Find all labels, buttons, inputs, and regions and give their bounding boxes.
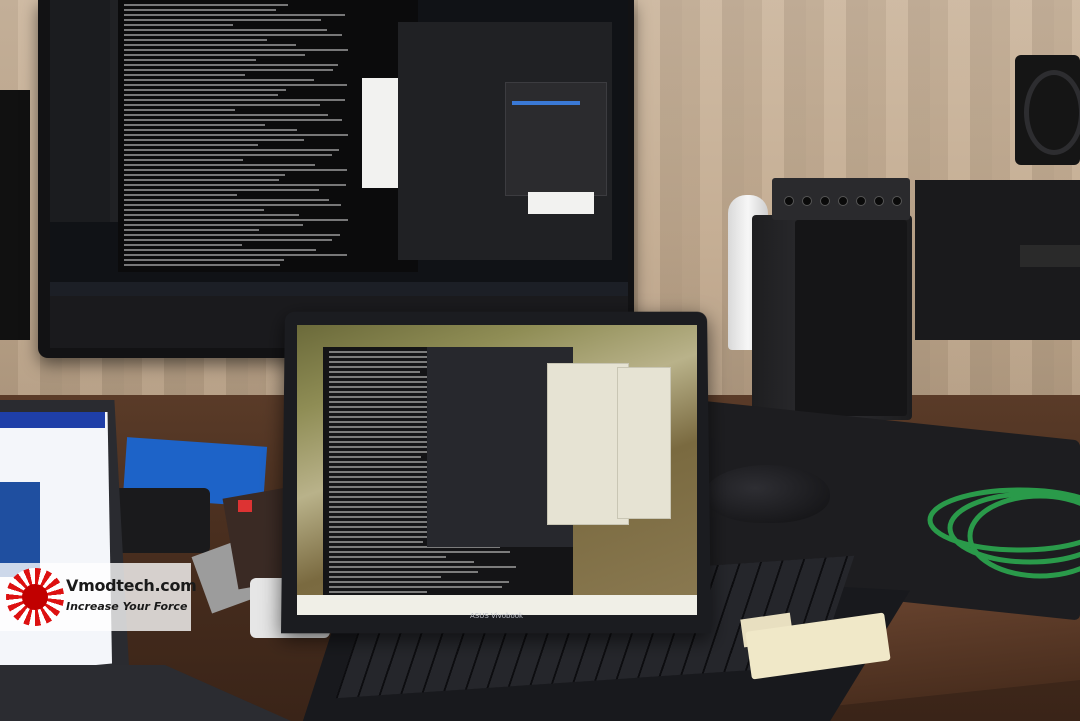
laptop-brand-label: ASUS Vivobook bbox=[470, 612, 524, 620]
terminal-line bbox=[124, 104, 320, 106]
terminal-line bbox=[329, 406, 439, 408]
audio-mixer bbox=[772, 178, 910, 220]
terminal-line bbox=[124, 29, 327, 31]
terminal-line bbox=[124, 119, 342, 121]
terminal-line bbox=[124, 239, 332, 241]
watermark-title: Vmodtech.com bbox=[66, 576, 197, 595]
terminal-line bbox=[124, 159, 243, 161]
terminal-line bbox=[124, 74, 245, 76]
terminal-line bbox=[124, 19, 321, 21]
file-explorer-sidebar bbox=[50, 0, 122, 222]
watermark-tagline: Increase Your Force bbox=[66, 600, 188, 613]
terminal-line bbox=[124, 214, 299, 216]
terminal-line bbox=[124, 34, 342, 36]
terminal-line bbox=[124, 109, 235, 111]
graphics-card bbox=[1020, 245, 1080, 267]
terminal-line bbox=[124, 194, 237, 196]
left-monitor-edge bbox=[0, 90, 30, 340]
terminal-line bbox=[124, 124, 265, 126]
terminal-line bbox=[124, 154, 332, 156]
terminal-line bbox=[124, 49, 348, 51]
text-selection bbox=[512, 101, 580, 105]
red-keycap bbox=[238, 500, 252, 512]
mixer-knob bbox=[802, 196, 812, 206]
terminal-line bbox=[124, 184, 346, 186]
terminal-line bbox=[124, 79, 314, 81]
notepad-window bbox=[505, 82, 607, 196]
terminal-line bbox=[329, 591, 427, 593]
laptop-document-window-2 bbox=[617, 367, 671, 519]
terminal-line bbox=[329, 586, 502, 588]
speaker-grille bbox=[795, 220, 907, 416]
mixer-knob bbox=[820, 196, 830, 206]
external-monitor-screen bbox=[50, 0, 628, 296]
green-ethernet-cable bbox=[927, 487, 1080, 579]
monitor-taskbar bbox=[50, 282, 628, 296]
terminal-line bbox=[124, 84, 347, 86]
terminal-line bbox=[124, 164, 315, 166]
mixer-knob bbox=[838, 196, 848, 206]
terminal-line bbox=[329, 571, 478, 573]
laptop-screen bbox=[297, 325, 697, 615]
photo-scene: ASUS Vivobook Vmodtech.com Increase Your… bbox=[0, 0, 1080, 721]
terminal-line bbox=[124, 14, 345, 16]
terminal-line bbox=[329, 506, 428, 508]
terminal-line bbox=[124, 39, 267, 41]
terminal-line bbox=[124, 199, 329, 201]
terminal-line bbox=[124, 24, 233, 26]
terminal-line bbox=[329, 491, 440, 493]
terminal-line bbox=[329, 556, 446, 558]
terminal-line bbox=[124, 189, 319, 191]
terminal-line bbox=[124, 174, 285, 176]
terminal-line bbox=[124, 114, 328, 116]
explorer-nav-pane bbox=[50, 0, 110, 222]
pc-fan bbox=[1024, 70, 1080, 155]
terminal-line bbox=[329, 551, 510, 553]
vmodtech-logo-core bbox=[22, 584, 48, 610]
mixer-knob bbox=[856, 196, 866, 206]
terminal-line bbox=[329, 421, 430, 423]
terminal-line bbox=[124, 44, 296, 46]
terminal-line bbox=[124, 224, 303, 226]
mixer-knob bbox=[892, 196, 902, 206]
terminal-line bbox=[329, 566, 516, 568]
terminal-line bbox=[124, 169, 347, 171]
terminal-line bbox=[124, 204, 341, 206]
terminal-line bbox=[124, 264, 280, 266]
terminal-line bbox=[124, 89, 286, 91]
terminal-line bbox=[329, 576, 441, 578]
terminal-line bbox=[124, 244, 242, 246]
mixer-knob bbox=[874, 196, 884, 206]
terminal-line bbox=[124, 234, 340, 236]
terminal-line bbox=[124, 259, 284, 261]
terminal-line bbox=[329, 456, 421, 458]
terminal-line bbox=[124, 54, 305, 56]
terminal-line bbox=[124, 254, 347, 256]
terminal-line bbox=[124, 219, 348, 221]
terminal-line bbox=[329, 541, 423, 543]
terminal-line bbox=[329, 371, 420, 373]
terminal-line bbox=[124, 69, 333, 71]
terminal-line bbox=[124, 99, 345, 101]
terminal-line bbox=[124, 209, 264, 211]
terminal-line bbox=[124, 179, 279, 181]
terminal-line bbox=[124, 134, 348, 136]
computer-mouse bbox=[705, 465, 830, 523]
terminal-line bbox=[124, 249, 316, 251]
terminal-line bbox=[329, 581, 509, 583]
terminal-line bbox=[124, 4, 288, 6]
left-laptop-browser-bar bbox=[0, 412, 105, 428]
terminal-line bbox=[124, 129, 297, 131]
terminal-line bbox=[124, 229, 259, 231]
dialog-button bbox=[528, 192, 594, 214]
terminal-line bbox=[124, 139, 304, 141]
terminal-line bbox=[124, 64, 338, 66]
terminal-line bbox=[124, 59, 256, 61]
terminal-line bbox=[124, 9, 276, 11]
terminal-line bbox=[124, 144, 258, 146]
mixer-knob bbox=[784, 196, 794, 206]
terminal-line bbox=[124, 94, 278, 96]
terminal-line bbox=[124, 149, 339, 151]
terminal-line bbox=[329, 561, 474, 563]
